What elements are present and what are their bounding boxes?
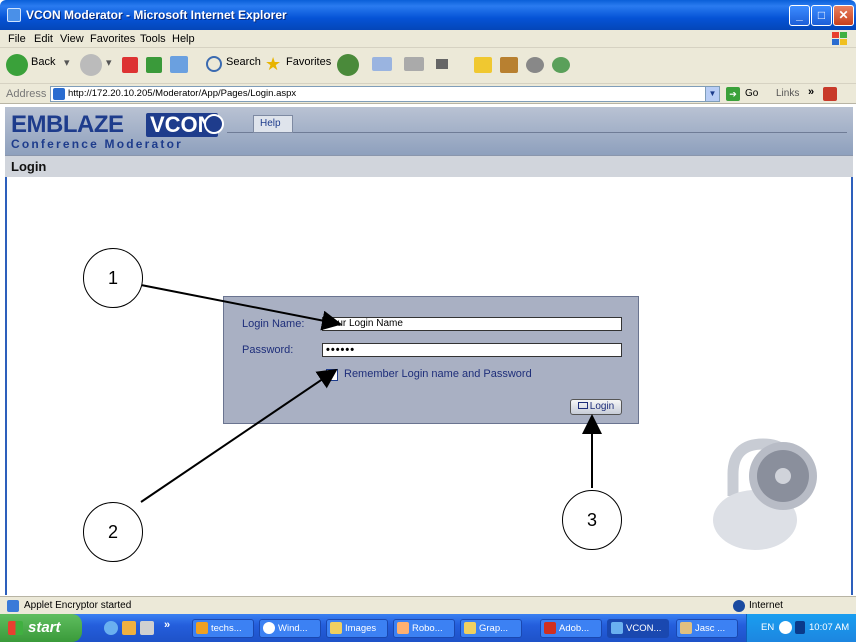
task-label: Wind... (278, 623, 308, 634)
task-label: VCON... (626, 623, 662, 634)
taskbar: start » techs... Wind... Images Robo... … (0, 614, 856, 642)
task-app-icon (196, 622, 208, 634)
task-label: Robo... (412, 623, 443, 634)
start-button[interactable]: start (0, 614, 82, 642)
callout-1: 1 (83, 248, 143, 308)
task-button[interactable]: Robo... (393, 619, 455, 638)
status-text: Applet Encryptor started (24, 600, 132, 611)
callout-3: 3 (562, 490, 622, 550)
task-app-icon (680, 622, 692, 634)
tray-network-icon[interactable] (795, 621, 805, 634)
quicklaunch-chevron-icon[interactable]: » (164, 619, 170, 631)
internet-zone-icon (733, 600, 745, 612)
task-label: Adob... (559, 623, 590, 634)
status-bar: Applet Encryptor started Internet (0, 596, 856, 614)
task-button[interactable]: Adob... (540, 619, 602, 638)
padlock-icon (713, 438, 817, 550)
callout-1-arrow (140, 284, 342, 331)
task-ie-icon (611, 622, 623, 634)
task-button[interactable]: Grap... (460, 619, 522, 638)
task-label: Grap... (479, 623, 509, 634)
task-button[interactable]: Jasc ... (676, 619, 738, 638)
zone-label: Internet (749, 600, 783, 611)
task-app-icon (397, 622, 409, 634)
task-button[interactable]: Wind... (259, 619, 321, 638)
clock[interactable]: 10:07 AM (809, 622, 849, 633)
quicklaunch-tool-icon[interactable] (140, 621, 154, 635)
quicklaunch-ie-icon[interactable] (104, 621, 118, 635)
start-label: start (28, 619, 61, 636)
task-label: Images (345, 623, 377, 634)
status-page-icon (7, 600, 19, 612)
task-label: techs... (211, 623, 242, 634)
task-label: Jasc ... (695, 623, 726, 634)
task-folder-icon (464, 622, 476, 634)
tray-app-icon[interactable] (779, 621, 792, 634)
windows-flag-icon (8, 621, 23, 635)
task-app-icon (544, 622, 556, 634)
system-tray: EN 10:07 AM (746, 614, 856, 642)
task-folder-icon (330, 622, 342, 634)
task-app-icon (263, 622, 275, 634)
callout-2-arrow (140, 368, 338, 503)
language-indicator[interactable]: EN (761, 622, 774, 633)
task-button[interactable]: techs... (192, 619, 254, 638)
quicklaunch-app-icon[interactable] (122, 621, 136, 635)
callout-2: 2 (83, 502, 143, 562)
task-button-active[interactable]: VCON... (607, 619, 669, 638)
task-button[interactable]: Images (326, 619, 388, 638)
